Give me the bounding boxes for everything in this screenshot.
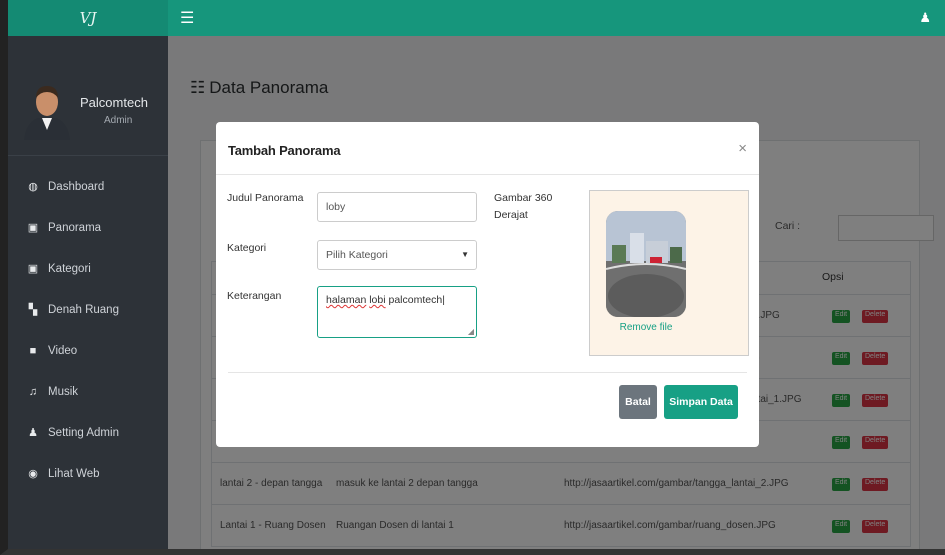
top-bar: ☰ ♟ [168, 0, 945, 36]
image-dropzone[interactable]: Remove file [589, 190, 749, 356]
panorama-thumbnail [606, 211, 686, 317]
sidebar-item-denah-ruang[interactable]: ▚ Denah Ruang [8, 289, 168, 330]
sidebar-item-panorama[interactable]: ▣ Panorama [8, 207, 168, 248]
sidebar-nav: ◍ Dashboard ▣ Panorama ▣ Kategori ▚ Denah Ru… [8, 166, 168, 494]
sidebar-item-setting-admin[interactable]: ♟ Setting Admin [8, 412, 168, 453]
sidebar-item-label: Musik [48, 385, 79, 398]
user-icon[interactable]: ♟ [919, 10, 931, 26]
globe-icon: ◉ [28, 468, 38, 480]
video-icon: ■ [29, 344, 37, 357]
kategori-selected: Pilih Kategori [326, 249, 388, 261]
sidebar-item-kategori[interactable]: ▣ Kategori [8, 248, 168, 289]
tambah-panorama-modal: Tambah Panorama × Judul Panorama loby Ka… [216, 122, 759, 447]
keterangan-label: Keterangan [227, 290, 282, 302]
sidebar-item-label: Video [48, 344, 78, 357]
sidebar-item-label: Dashboard [48, 180, 105, 193]
divider [228, 372, 747, 373]
sidebar-item-label: Denah Ruang [48, 303, 119, 316]
judul-label: Judul Panorama [227, 192, 304, 204]
close-icon[interactable]: × [738, 140, 747, 157]
sidebar-item-musik[interactable]: ♫ Musik [8, 371, 168, 412]
sidebar-item-label: Panorama [48, 221, 102, 234]
avatar [24, 86, 70, 140]
sidebar-item-dashboard[interactable]: ◍ Dashboard [8, 166, 168, 207]
remove-file-link[interactable]: Remove file [606, 322, 686, 333]
image-icon: ▣ [27, 263, 39, 275]
image-icon: ▣ [27, 222, 39, 234]
sidebar-item-label: Kategori [48, 262, 91, 275]
brand-logo[interactable]: VJ [8, 0, 168, 36]
sidebar-item-label: Lihat Web [48, 467, 100, 480]
user-profile: Palcomtech Admin [8, 36, 168, 156]
user-role: Admin [104, 115, 133, 126]
app-window: VJ Palcomtech Admin ◍ Dashboard ▣ Panorama… [0, 0, 945, 555]
gambar-label: Gambar 360 Derajat [494, 192, 553, 221]
sidebar-item-video[interactable]: ■ Video [8, 330, 168, 371]
modal-title: Tambah Panorama [228, 143, 341, 158]
menu-icon[interactable]: ☰ [180, 8, 194, 28]
resize-handle-icon[interactable]: ◢ [468, 327, 474, 336]
sidebar-item-label: Setting Admin [48, 426, 119, 439]
kategori-select[interactable]: Pilih Kategori ▼ [317, 240, 477, 270]
sidebar: VJ Palcomtech Admin ◍ Dashboard ▣ Panorama… [8, 0, 168, 549]
judul-input[interactable]: loby [317, 192, 477, 222]
panorama-image [606, 211, 686, 317]
user-name: Palcomtech [80, 95, 148, 110]
caret-down-icon: ▼ [461, 250, 469, 259]
cancel-button[interactable]: Batal [619, 385, 657, 419]
divider [216, 174, 759, 175]
keterangan-textarea[interactable]: halaman lobi palcomtech| ◢ [317, 286, 477, 338]
kategori-label: Kategori [227, 242, 267, 254]
dashboard-icon: ◍ [28, 181, 38, 193]
music-icon: ♫ [28, 385, 38, 398]
user-icon: ♟ [28, 427, 38, 439]
map-icon: ▚ [28, 304, 38, 316]
save-button[interactable]: Simpan Data [664, 385, 738, 419]
sidebar-item-lihat-web[interactable]: ◉ Lihat Web [8, 453, 168, 494]
